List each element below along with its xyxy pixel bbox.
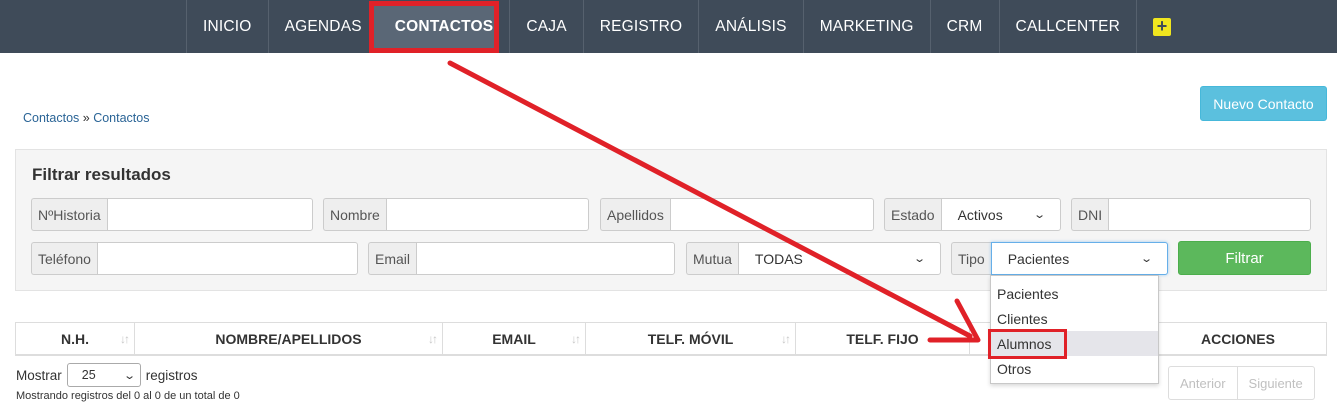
plus-icon: +: [1153, 17, 1172, 36]
breadcrumb-separator: »: [79, 111, 94, 125]
nav-registro[interactable]: REGISTRO: [582, 0, 699, 53]
nav-caja[interactable]: CAJA: [509, 0, 582, 53]
pager-previous[interactable]: Anterior: [1169, 367, 1237, 399]
historia-field: NºHistoria: [31, 198, 313, 231]
dni-input[interactable]: [1108, 198, 1311, 231]
email-field: Email: [368, 242, 675, 275]
nav-marketing[interactable]: MARKETING: [802, 0, 930, 53]
column-nombre[interactable]: NOMBRE/APELLIDOS ↓↑: [135, 323, 443, 354]
nav-add-item[interactable]: +: [1136, 0, 1187, 53]
tipo-option-clientes[interactable]: Clientes: [991, 306, 1158, 331]
breadcrumb-current[interactable]: Contactos: [93, 111, 149, 125]
annotation-highlight-contactos: [369, 1, 499, 53]
length-value: 25: [81, 368, 96, 382]
telefono-input[interactable]: [96, 242, 358, 275]
mutua-select[interactable]: TODAS ⌄: [737, 242, 941, 275]
annotation-highlight-alumnos: [988, 329, 1067, 359]
apellidos-label: Apellidos: [600, 198, 670, 231]
column-email-label: EMAIL: [492, 330, 536, 347]
column-movil-label: TELF. MÓVIL: [647, 330, 734, 347]
nav-callcenter[interactable]: CALLCENTER: [998, 0, 1137, 53]
estado-label: Estado: [884, 198, 941, 231]
telefono-field: Teléfono: [31, 242, 358, 275]
nombre-input[interactable]: [385, 198, 589, 231]
length-prefix: Mostrar: [16, 367, 62, 383]
column-fijo[interactable]: TELF. FIJO: [796, 323, 970, 354]
sort-icon: ↓↑: [428, 332, 438, 346]
estado-field: Estado Activos ⌄: [884, 198, 1061, 231]
dni-field: DNI: [1071, 198, 1311, 231]
new-contact-button[interactable]: Nuevo Contacto: [1200, 86, 1327, 121]
breadcrumb-link-contactos[interactable]: Contactos: [23, 111, 79, 125]
chevron-down-icon: ⌄: [1032, 209, 1046, 221]
filter-button[interactable]: Filtrar: [1178, 241, 1311, 275]
breadcrumb: Contactos » Contactos: [23, 111, 149, 125]
column-fijo-label: TELF. FIJO: [846, 330, 919, 347]
tipo-select[interactable]: Pacientes ⌄: [990, 242, 1168, 275]
pager-next[interactable]: Siguiente: [1236, 367, 1314, 399]
main-nav: INICIO AGENDAS CONTACTOS CAJA REGISTRO A…: [186, 0, 1187, 53]
filter-panel: Filtrar resultados NºHistoria Nombre Ape…: [15, 149, 1327, 291]
table-info: Mostrando registros del 0 al 0 de un tot…: [16, 390, 240, 402]
tipo-label: Tipo: [951, 242, 991, 275]
estado-select[interactable]: Activos ⌄: [940, 198, 1061, 231]
sort-icon: ↓↑: [781, 332, 791, 346]
column-acciones: ACCIONES: [1150, 323, 1326, 354]
column-acciones-label: ACCIONES: [1201, 330, 1275, 347]
sort-icon: ↓↑: [571, 332, 581, 346]
tipo-option-otros[interactable]: Otros: [991, 356, 1158, 381]
nav-crm[interactable]: CRM: [929, 0, 999, 53]
estado-value: Activos: [957, 206, 1003, 223]
nombre-field: Nombre: [323, 198, 589, 231]
column-email[interactable]: EMAIL ↓↑: [443, 323, 586, 354]
tipo-value: Pacientes: [1007, 250, 1070, 267]
length-control: Mostrar 25 ⌄ registros: [16, 363, 198, 387]
nav-inicio[interactable]: INICIO: [186, 0, 268, 53]
column-nh[interactable]: N.H. ↓↑: [16, 323, 135, 354]
column-nombre-label: NOMBRE/APELLIDOS: [215, 330, 362, 347]
mutua-field: Mutua TODAS ⌄: [686, 242, 941, 275]
dni-label: DNI: [1071, 198, 1109, 231]
length-suffix: registros: [145, 367, 198, 383]
tipo-field: Tipo Pacientes ⌄: [951, 242, 1168, 275]
apellidos-input[interactable]: [669, 198, 874, 231]
historia-input[interactable]: [106, 198, 313, 231]
pagination: Anterior Siguiente: [1168, 366, 1315, 400]
email-input[interactable]: [416, 242, 675, 275]
length-select[interactable]: 25 ⌄: [66, 363, 141, 387]
telefono-label: Teléfono: [31, 242, 97, 275]
email-label: Email: [368, 242, 417, 275]
nombre-label: Nombre: [323, 198, 386, 231]
sort-icon: ↓↑: [120, 332, 130, 346]
tipo-option-pacientes[interactable]: Pacientes: [991, 281, 1158, 306]
chevron-down-icon: ⌄: [122, 369, 136, 382]
historia-label: NºHistoria: [31, 198, 107, 231]
nav-agendas[interactable]: AGENDAS: [267, 0, 378, 53]
column-movil[interactable]: TELF. MÓVIL ↓↑: [586, 323, 796, 354]
mutua-value: TODAS: [754, 250, 803, 267]
filter-title: Filtrar resultados: [32, 165, 171, 184]
nav-analisis[interactable]: ANÁLISIS: [698, 0, 802, 53]
chevron-down-icon: ⌄: [912, 253, 926, 265]
column-nh-label: N.H.: [61, 330, 89, 347]
apellidos-field: Apellidos: [600, 198, 874, 231]
mutua-label: Mutua: [686, 242, 738, 275]
chevron-down-icon: ⌄: [1139, 253, 1153, 265]
